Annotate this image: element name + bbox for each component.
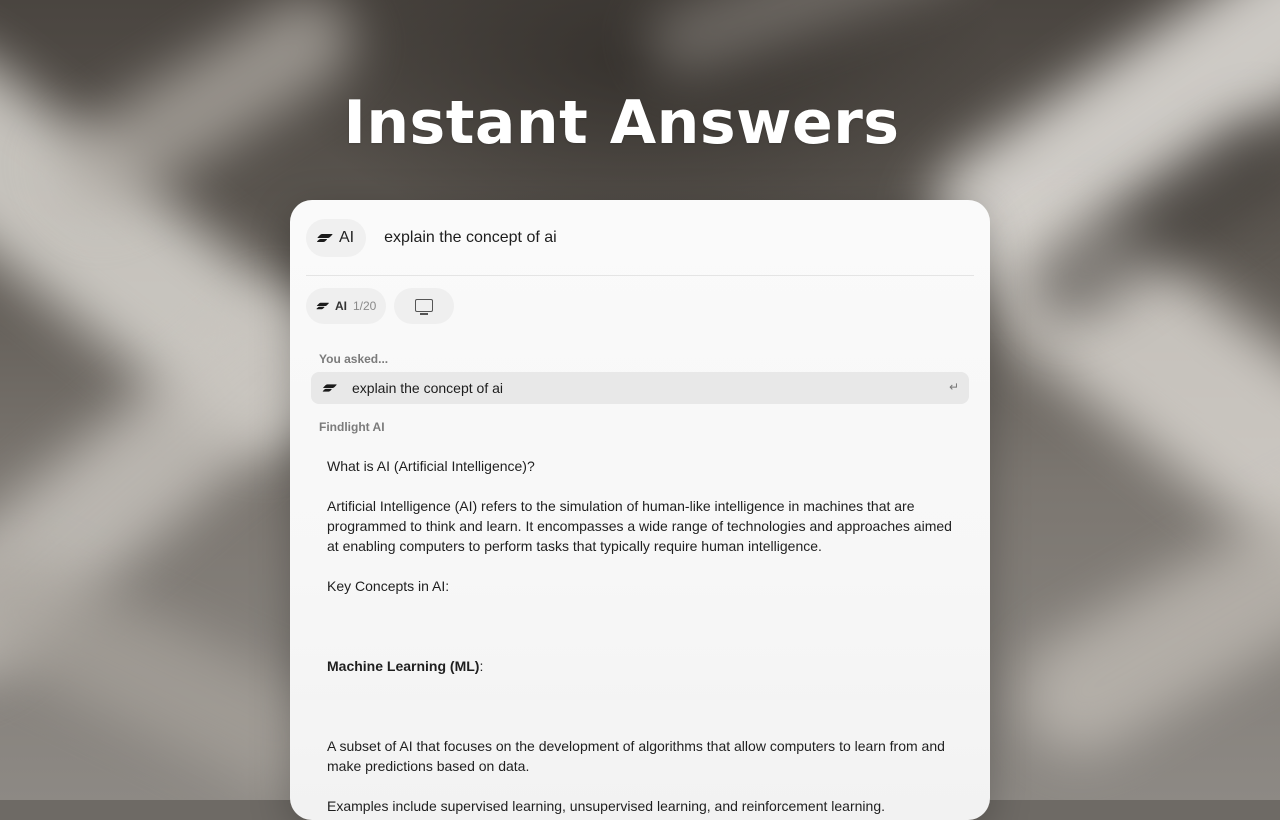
slash-logo-icon (317, 303, 327, 309)
headline: Instant Answers (343, 88, 900, 158)
search-input[interactable]: explain the concept of ai (384, 229, 557, 247)
monitor-icon (415, 299, 434, 315)
ml-description: A subset of AI that focuses on the devel… (327, 738, 945, 774)
ai-mode-button[interactable]: AI 1/20 (306, 288, 387, 324)
slash-logo-icon (324, 384, 336, 391)
ml-heading: Machine Learning (ML): (327, 656, 957, 676)
search-bar[interactable]: AI explain the concept of ai (306, 218, 974, 258)
screen-context-button[interactable] (394, 288, 455, 324)
mode-selector-chip[interactable]: AI (306, 219, 367, 257)
return-icon: ↵ (948, 380, 959, 394)
findlight-ai-label: Findlight AI (319, 420, 385, 434)
answer-intro: Artificial Intelligence (AI) refers to t… (327, 498, 952, 554)
ai-answer: What is AI (Artificial Intelligence)? Ar… (327, 456, 957, 820)
asked-question-row[interactable]: explain the concept of ai ↵ (311, 372, 969, 404)
key-concepts-heading: Key Concepts in AI: (327, 578, 450, 594)
slash-logo-icon (318, 234, 331, 242)
ml-colon: : (479, 658, 484, 674)
mode-label: AI (339, 229, 355, 246)
answer-heading: What is AI (Artificial Intelligence)? (327, 458, 535, 474)
divider (306, 275, 974, 276)
toolbar: AI 1/20 (306, 288, 455, 324)
ai-usage-count: 1/20 (353, 299, 377, 313)
you-asked-label: You asked... (319, 352, 389, 366)
ai-label: AI (335, 299, 347, 313)
ml-title: Machine Learning (ML) (327, 658, 480, 674)
asked-question-text: explain the concept of ai (352, 380, 503, 396)
ml-examples: Examples include supervised learning, un… (327, 798, 885, 814)
findlight-panel: AI explain the concept of ai AI 1/20 You… (290, 200, 990, 820)
